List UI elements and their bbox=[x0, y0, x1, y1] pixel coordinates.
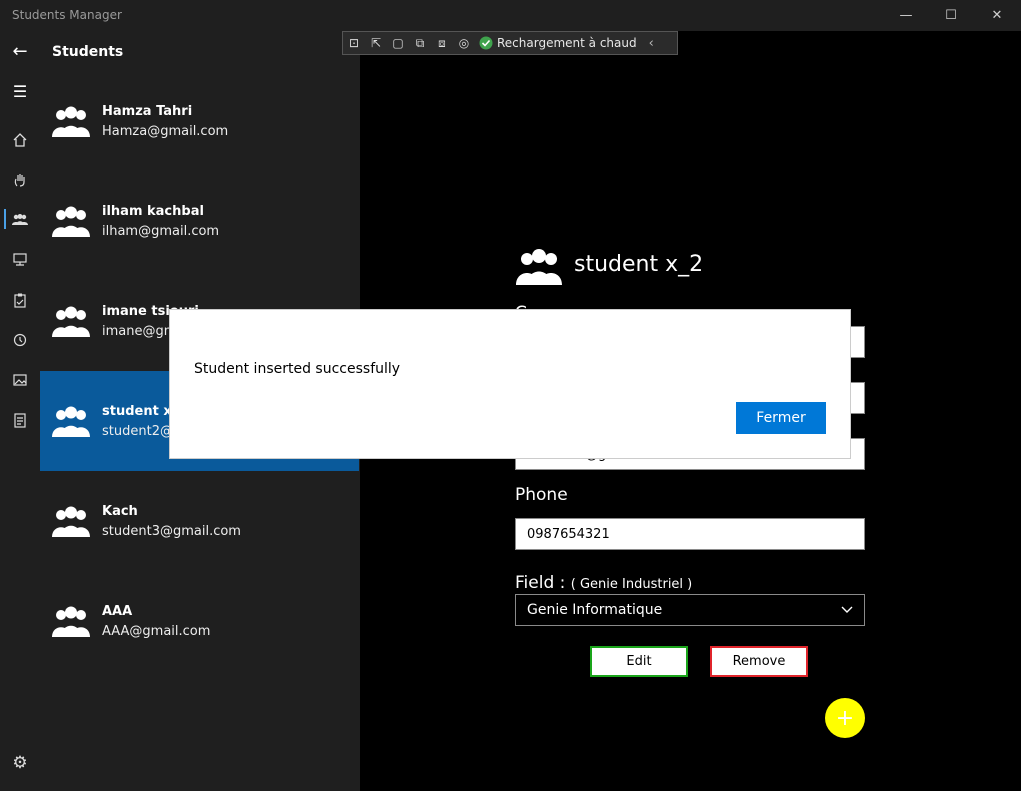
cursor-select-icon[interactable]: ⇱ bbox=[365, 32, 387, 54]
hand-icon[interactable] bbox=[0, 162, 40, 198]
field-combobox[interactable]: Genie Informatique bbox=[515, 594, 865, 626]
display-layout-icon[interactable]: ⧈ bbox=[431, 32, 453, 54]
student-name-title: student x_2 bbox=[574, 252, 704, 277]
student-avatar bbox=[52, 606, 90, 637]
track-focus-icon[interactable]: ⧉ bbox=[409, 32, 431, 54]
layout-adorner-icon[interactable]: ▢ bbox=[387, 32, 409, 54]
history-icon[interactable] bbox=[0, 322, 40, 358]
student-email: ilham@gmail.com bbox=[102, 224, 220, 239]
student-list-item[interactable]: Kach student3@gmail.com bbox=[40, 471, 359, 571]
hamburger-menu-button[interactable]: ☰ bbox=[0, 73, 40, 109]
network-icon[interactable] bbox=[0, 242, 40, 278]
student-avatar bbox=[52, 306, 90, 337]
student-avatar bbox=[52, 506, 90, 537]
student-list-item[interactable]: ilham kachbal ilham@gmail.com bbox=[40, 171, 359, 271]
student-avatar bbox=[52, 106, 90, 137]
student-email: Hamza@gmail.com bbox=[102, 124, 229, 139]
close-button[interactable]: ✕ bbox=[974, 0, 1020, 31]
home-icon[interactable] bbox=[0, 122, 40, 158]
field-selected-value: Genie Informatique bbox=[527, 602, 663, 618]
student-list-item[interactable]: Hamza Tahri Hamza@gmail.com bbox=[40, 71, 359, 171]
hot-reload-label: Rechargement à chaud bbox=[497, 36, 637, 50]
phone-label: Phone bbox=[515, 485, 568, 505]
edit-button[interactable]: Edit bbox=[590, 646, 688, 677]
student-avatar bbox=[52, 206, 90, 237]
student-name: ilham kachbal bbox=[102, 204, 204, 219]
student-email: AAA@gmail.com bbox=[102, 624, 211, 639]
student-avatar bbox=[52, 406, 90, 437]
xaml-dev-toolbar: ⊡ ⇱ ▢ ⧉ ⧈ ◎ Rechargement à chaud ‹ bbox=[342, 31, 678, 55]
check-circle-icon bbox=[479, 36, 493, 50]
collapse-toolbar-icon[interactable]: ‹ bbox=[649, 36, 654, 51]
clipboard-icon[interactable] bbox=[0, 282, 40, 318]
field-label: Field : ( Genie Industriel ) bbox=[515, 573, 692, 593]
gear-icon[interactable]: ⚙ bbox=[0, 745, 40, 781]
select-element-icon[interactable]: ⊡ bbox=[343, 32, 365, 54]
student-email: student3@gmail.com bbox=[102, 524, 241, 539]
phone-field[interactable]: 0987654321 bbox=[515, 518, 865, 550]
navigation-rail: ← ☰ ⚙ bbox=[0, 31, 40, 791]
accessibility-icon[interactable]: ◎ bbox=[453, 32, 475, 54]
student-name: Kach bbox=[102, 504, 138, 519]
back-button[interactable]: ← bbox=[0, 33, 40, 69]
close-dialog-button[interactable]: Fermer bbox=[736, 402, 826, 434]
chevron-down-icon bbox=[841, 606, 853, 613]
checklist-icon[interactable] bbox=[0, 402, 40, 438]
field-label-text: Field : bbox=[515, 573, 566, 593]
message-dialog: Student inserted successfully Fermer bbox=[170, 310, 850, 458]
field-current-value: ( Genie Industriel ) bbox=[570, 577, 693, 592]
gallery-icon[interactable] bbox=[0, 362, 40, 398]
maximize-button[interactable]: ☐ bbox=[928, 0, 974, 31]
student-list-item[interactable]: AAA AAA@gmail.com bbox=[40, 571, 359, 671]
student-name: Hamza Tahri bbox=[102, 104, 193, 119]
people-icon[interactable] bbox=[0, 202, 40, 238]
student-name: AAA bbox=[102, 604, 133, 619]
title-bar: Students Manager — ☐ ✕ bbox=[0, 0, 1021, 31]
pane-title: Students bbox=[52, 44, 124, 60]
minimize-button[interactable]: — bbox=[883, 0, 929, 31]
student-avatar bbox=[516, 249, 562, 285]
add-student-button[interactable]: + bbox=[825, 698, 865, 738]
window-title: Students Manager bbox=[12, 8, 122, 22]
dialog-message: Student inserted successfully bbox=[194, 361, 401, 377]
remove-button[interactable]: Remove bbox=[710, 646, 808, 677]
